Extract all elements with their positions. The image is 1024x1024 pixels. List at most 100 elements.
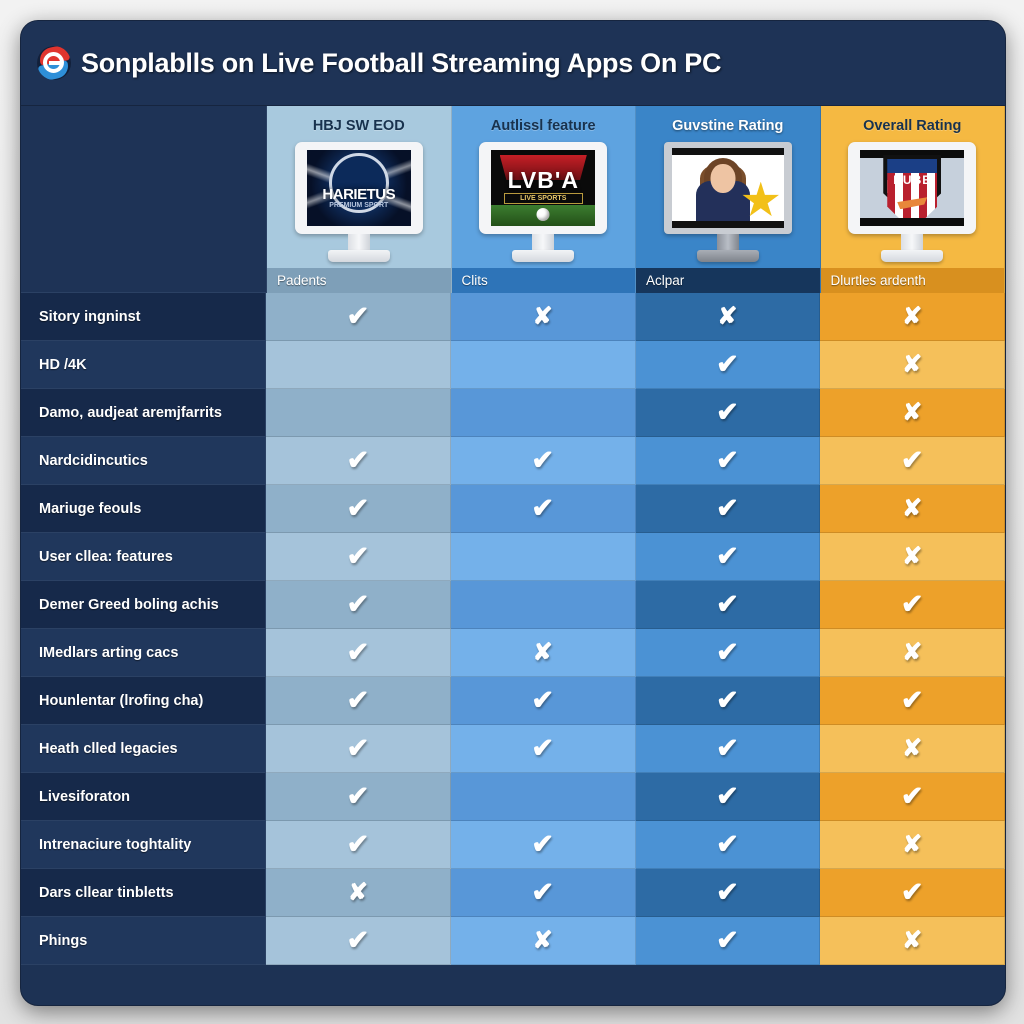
row-label: Demer Greed boling achis bbox=[21, 581, 266, 629]
cell-not-supported[interactable]: ✘ bbox=[820, 725, 1005, 773]
cell-supported[interactable]: ✔ bbox=[450, 869, 636, 917]
cell-not-supported[interactable]: ✘ bbox=[820, 293, 1005, 341]
cell-not-supported[interactable]: ✘ bbox=[266, 869, 451, 917]
cross-icon: ✘ bbox=[902, 398, 923, 426]
column-thumbnail-4: RUBE bbox=[848, 142, 977, 264]
check-icon: ✔ bbox=[716, 877, 739, 907]
row-label: HD /4K bbox=[21, 341, 266, 389]
cell-supported[interactable]: ✔ bbox=[635, 485, 821, 533]
cell-supported[interactable]: ✔ bbox=[266, 725, 451, 773]
cell-blank[interactable] bbox=[450, 341, 636, 389]
cell-supported[interactable]: ✔ bbox=[820, 773, 1005, 821]
cell-supported[interactable]: ✔ bbox=[820, 677, 1005, 725]
cross-icon: ✘ bbox=[902, 926, 923, 954]
cell-blank[interactable] bbox=[266, 341, 451, 389]
title-bar: Sonplablls on Live Football Streaming Ap… bbox=[21, 21, 1005, 106]
cell-blank[interactable] bbox=[450, 581, 636, 629]
cell-blank[interactable] bbox=[266, 389, 451, 437]
cell-supported[interactable]: ✔ bbox=[635, 773, 821, 821]
cell-supported[interactable]: ✔ bbox=[266, 437, 451, 485]
column-header-1[interactable]: HBJ SW EOD HARIETUS PREMIUM SPORT Padent… bbox=[267, 106, 452, 293]
column-header-4[interactable]: Overall Rating RUBE Dlurtles ardenth bbox=[820, 106, 1005, 293]
cell-supported[interactable]: ✔ bbox=[820, 581, 1005, 629]
check-icon: ✔ bbox=[531, 733, 554, 763]
cross-icon: ✘ bbox=[902, 734, 923, 762]
cell-supported[interactable]: ✔ bbox=[266, 293, 451, 341]
cell-not-supported[interactable]: ✘ bbox=[820, 821, 1005, 869]
cell-supported[interactable]: ✔ bbox=[450, 677, 636, 725]
check-icon: ✔ bbox=[716, 637, 739, 667]
cell-supported[interactable]: ✔ bbox=[635, 341, 821, 389]
check-icon: ✔ bbox=[531, 493, 554, 523]
row-label: Intrenaciure toghtality bbox=[21, 821, 266, 869]
cell-not-supported[interactable]: ✘ bbox=[635, 293, 821, 341]
row-label: User cllea: features bbox=[21, 533, 266, 581]
cell-supported[interactable]: ✔ bbox=[635, 821, 821, 869]
check-icon: ✔ bbox=[716, 541, 739, 571]
check-icon: ✔ bbox=[900, 781, 924, 811]
check-icon: ✔ bbox=[716, 397, 739, 427]
cell-supported[interactable]: ✔ bbox=[266, 821, 451, 869]
cell-not-supported[interactable]: ✘ bbox=[450, 917, 636, 965]
thumbnail-word-4: RUBE bbox=[893, 172, 932, 187]
cell-not-supported[interactable]: ✘ bbox=[820, 533, 1005, 581]
page-root: Sonplablls on Live Football Streaming Ap… bbox=[0, 0, 1024, 1024]
cell-supported[interactable]: ✔ bbox=[266, 533, 451, 581]
check-icon: ✔ bbox=[900, 877, 924, 907]
check-icon: ✔ bbox=[716, 349, 739, 379]
table-row: Hounlentar (lrofing cha) ✔ ✔ ✔ ✔ bbox=[21, 677, 1005, 725]
cell-supported[interactable]: ✔ bbox=[635, 869, 821, 917]
cell-not-supported[interactable]: ✘ bbox=[820, 917, 1005, 965]
cell-supported[interactable]: ✔ bbox=[266, 773, 451, 821]
cell-blank[interactable] bbox=[450, 533, 636, 581]
check-icon: ✔ bbox=[716, 733, 739, 763]
cell-supported[interactable]: ✔ bbox=[635, 389, 821, 437]
column-thumbnail-3 bbox=[663, 142, 792, 264]
cell-supported[interactable]: ✔ bbox=[450, 437, 636, 485]
cell-supported[interactable]: ✔ bbox=[635, 677, 821, 725]
cell-supported[interactable]: ✔ bbox=[820, 869, 1005, 917]
cell-blank[interactable] bbox=[450, 773, 636, 821]
cross-icon: ✘ bbox=[347, 878, 368, 906]
cell-supported[interactable]: ✔ bbox=[266, 629, 451, 677]
column-header-2[interactable]: Autlissl feature LVB'A LIVE SPORTS Clits bbox=[451, 106, 636, 293]
cell-supported[interactable]: ✔ bbox=[635, 437, 821, 485]
check-icon: ✔ bbox=[900, 445, 924, 475]
cell-supported[interactable]: ✔ bbox=[635, 917, 821, 965]
cell-supported[interactable]: ✔ bbox=[266, 917, 451, 965]
cell-supported[interactable]: ✔ bbox=[635, 629, 821, 677]
cell-supported[interactable]: ✔ bbox=[635, 581, 821, 629]
check-icon: ✔ bbox=[346, 925, 370, 955]
column-header-label-3: Guvstine Rating bbox=[672, 118, 784, 134]
cell-supported[interactable]: ✔ bbox=[450, 725, 636, 773]
cross-icon: ✘ bbox=[532, 302, 553, 330]
cell-supported[interactable]: ✔ bbox=[266, 677, 451, 725]
cross-icon: ✘ bbox=[902, 302, 923, 330]
cell-blank[interactable] bbox=[450, 389, 636, 437]
column-header-label-1: HBJ SW EOD bbox=[312, 118, 405, 134]
cell-supported[interactable]: ✔ bbox=[450, 485, 636, 533]
cell-supported[interactable]: ✔ bbox=[450, 821, 636, 869]
table-row: User cllea: features ✔ ✔ ✘ bbox=[21, 533, 1005, 581]
column-thumbnail-1: HARIETUS PREMIUM SPORT bbox=[294, 142, 423, 264]
cell-supported[interactable]: ✔ bbox=[266, 485, 451, 533]
table-row: Mariuge feouls ✔ ✔ ✔ ✘ bbox=[21, 485, 1005, 533]
check-icon: ✔ bbox=[346, 541, 370, 571]
cell-not-supported[interactable]: ✘ bbox=[820, 629, 1005, 677]
cell-not-supported[interactable]: ✘ bbox=[450, 629, 636, 677]
thumbnail-sub-1: PREMIUM SPORT bbox=[329, 201, 389, 209]
check-icon: ✔ bbox=[716, 829, 739, 859]
cell-supported[interactable]: ✔ bbox=[635, 725, 821, 773]
cell-supported[interactable]: ✔ bbox=[635, 533, 821, 581]
table-row: Intrenaciure toghtality ✔ ✔ ✔ ✘ bbox=[21, 821, 1005, 869]
check-icon: ✔ bbox=[716, 685, 739, 715]
cell-not-supported[interactable]: ✘ bbox=[820, 389, 1005, 437]
cell-not-supported[interactable]: ✘ bbox=[820, 341, 1005, 389]
check-icon: ✔ bbox=[900, 589, 924, 619]
cross-icon: ✘ bbox=[902, 830, 923, 858]
cell-supported[interactable]: ✔ bbox=[266, 581, 451, 629]
cell-not-supported[interactable]: ✘ bbox=[820, 485, 1005, 533]
cell-not-supported[interactable]: ✘ bbox=[450, 293, 636, 341]
column-header-3[interactable]: Guvstine Rating Aclpar bbox=[636, 106, 821, 293]
cell-supported[interactable]: ✔ bbox=[820, 437, 1005, 485]
